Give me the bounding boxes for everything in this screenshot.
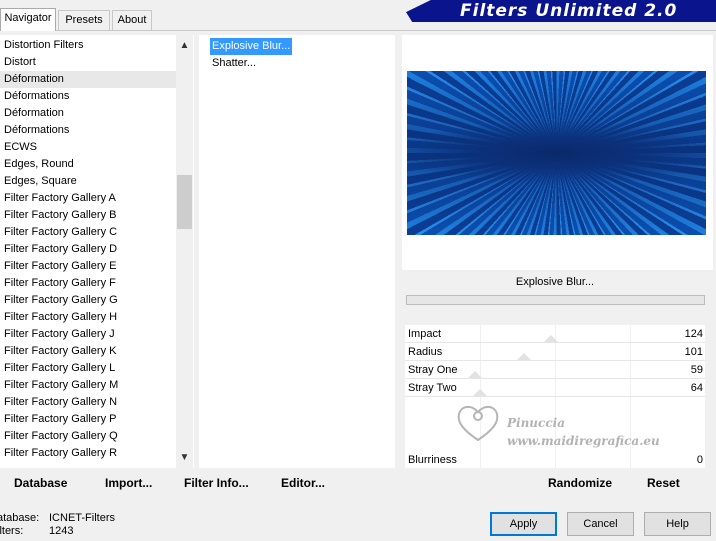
param-label: Stray Two xyxy=(408,382,457,394)
category-list-item[interactable]: Filter Factory Gallery A xyxy=(0,190,176,207)
param-stray-two[interactable]: Stray Two 64 xyxy=(405,379,705,397)
apply-button[interactable]: Apply xyxy=(490,512,557,536)
slider-track[interactable] xyxy=(405,396,705,397)
import-button[interactable]: Import... xyxy=(105,470,152,496)
category-list-item[interactable]: Filter Factory Gallery M xyxy=(0,377,176,394)
category-list-item[interactable]: Distort xyxy=(0,54,176,71)
scroll-thumb[interactable] xyxy=(177,175,192,229)
category-list: Distortion Filters Distort Déformation Défo… xyxy=(0,37,176,462)
tab-navigator[interactable]: Navigator xyxy=(0,8,56,31)
category-list-item[interactable]: Déformation xyxy=(0,71,176,88)
category-list-item[interactable]: Déformations xyxy=(0,88,176,105)
scroll-down-arrow-icon[interactable]: ▼ xyxy=(176,449,193,466)
filters-count: 1243 xyxy=(49,525,74,537)
help-button[interactable]: Help xyxy=(644,512,711,536)
param-label: Stray One xyxy=(408,364,458,376)
filters-key: ilters: xyxy=(0,525,24,537)
preview-panel xyxy=(402,35,713,270)
slider-thumb[interactable] xyxy=(544,335,558,342)
category-list-item[interactable]: Déformations xyxy=(0,122,176,139)
category-list-item[interactable]: Filter Factory Gallery R xyxy=(0,445,176,462)
param-radius[interactable]: Radius 101 xyxy=(405,343,705,361)
param-blurriness[interactable]: Blurriness 0 xyxy=(405,451,705,469)
database-button[interactable]: Database xyxy=(14,470,67,496)
heart-logo-icon xyxy=(457,406,499,442)
filter-list-item[interactable]: Explosive Blur... xyxy=(210,38,293,55)
scroll-up-arrow-icon[interactable]: ▲ xyxy=(176,37,193,54)
filter-list-panel: Explosive Blur... Shatter... xyxy=(199,35,395,468)
category-list-item[interactable]: Filter Factory Gallery N xyxy=(0,394,176,411)
category-list-panel: Distortion Filters Distort Déformation Défo… xyxy=(0,35,194,468)
category-list-item[interactable]: Filter Factory Gallery P xyxy=(0,411,176,428)
category-list-item[interactable]: Filter Factory Gallery B xyxy=(0,207,176,224)
param-value: 101 xyxy=(684,346,703,358)
category-list-item[interactable]: Filter Factory Gallery G xyxy=(0,292,176,309)
database-key: atabase: xyxy=(0,512,40,524)
category-list-item[interactable]: Filter Factory Gallery H xyxy=(0,309,176,326)
category-list-item[interactable]: Filter Factory Gallery E xyxy=(0,258,176,275)
filter-list: Explosive Blur... Shatter... xyxy=(210,38,293,72)
slider-thumb[interactable] xyxy=(517,353,531,360)
param-value: 124 xyxy=(684,328,703,340)
category-list-item[interactable]: Filter Factory Gallery L xyxy=(0,360,176,377)
slider-thumb[interactable] xyxy=(468,371,482,378)
category-list-item[interactable]: Distortion Filters xyxy=(0,37,176,54)
filter-name-bar: Explosive Blur... xyxy=(405,270,705,294)
param-label: Impact xyxy=(408,328,442,340)
category-list-item[interactable]: Filter Factory Gallery C xyxy=(0,224,176,241)
banner-title: Filters Unlimited 2.0 xyxy=(460,1,678,21)
category-scrollbar[interactable]: ▲ ▼ xyxy=(176,35,193,468)
reset-button[interactable]: Reset xyxy=(647,470,680,496)
param-impact[interactable]: Impact 124 xyxy=(405,325,705,343)
param-label: Blurriness xyxy=(408,454,457,466)
progress-bar xyxy=(406,295,705,305)
category-list-item[interactable]: ECWS xyxy=(0,139,176,156)
randomize-button[interactable]: Randomize xyxy=(548,470,612,496)
param-value: 0 xyxy=(696,454,703,466)
filter-list-item[interactable]: Shatter... xyxy=(210,55,292,72)
cancel-button[interactable]: Cancel xyxy=(567,512,634,536)
category-list-item[interactable]: Filter Factory Gallery F xyxy=(0,275,176,292)
category-list-item[interactable]: Déformation xyxy=(0,105,176,122)
tab-strip-divider xyxy=(0,30,716,31)
category-list-item[interactable]: Edges, Round xyxy=(0,156,176,173)
preview-image xyxy=(407,71,706,235)
watermark-name: Pinuccia xyxy=(507,416,565,430)
param-stray-one[interactable]: Stray One 59 xyxy=(405,361,705,379)
param-value: 64 xyxy=(690,382,703,394)
database-value: ICNET-Filters xyxy=(49,512,115,524)
category-list-item[interactable]: Edges, Square xyxy=(0,173,176,190)
watermark-url: www.maidiregrafica.eu xyxy=(507,434,660,448)
slider-thumb[interactable] xyxy=(473,389,487,396)
filter-info-button[interactable]: Filter Info... xyxy=(184,470,249,496)
tab-presets[interactable]: Presets xyxy=(58,10,110,30)
category-list-item[interactable]: Filter Factory Gallery D xyxy=(0,241,176,258)
param-value: 59 xyxy=(690,364,703,376)
editor-button[interactable]: Editor... xyxy=(281,470,325,496)
status-info: atabase: ICNET-Filters ilters: 1243 xyxy=(0,512,115,538)
category-list-item[interactable]: Filter Factory Gallery Q xyxy=(0,428,176,445)
param-label: Radius xyxy=(408,346,443,358)
category-list-item[interactable]: Filter Factory Gallery K xyxy=(0,343,176,360)
category-list-item[interactable]: Filter Factory Gallery J xyxy=(0,326,176,343)
tab-about[interactable]: About xyxy=(112,10,152,30)
